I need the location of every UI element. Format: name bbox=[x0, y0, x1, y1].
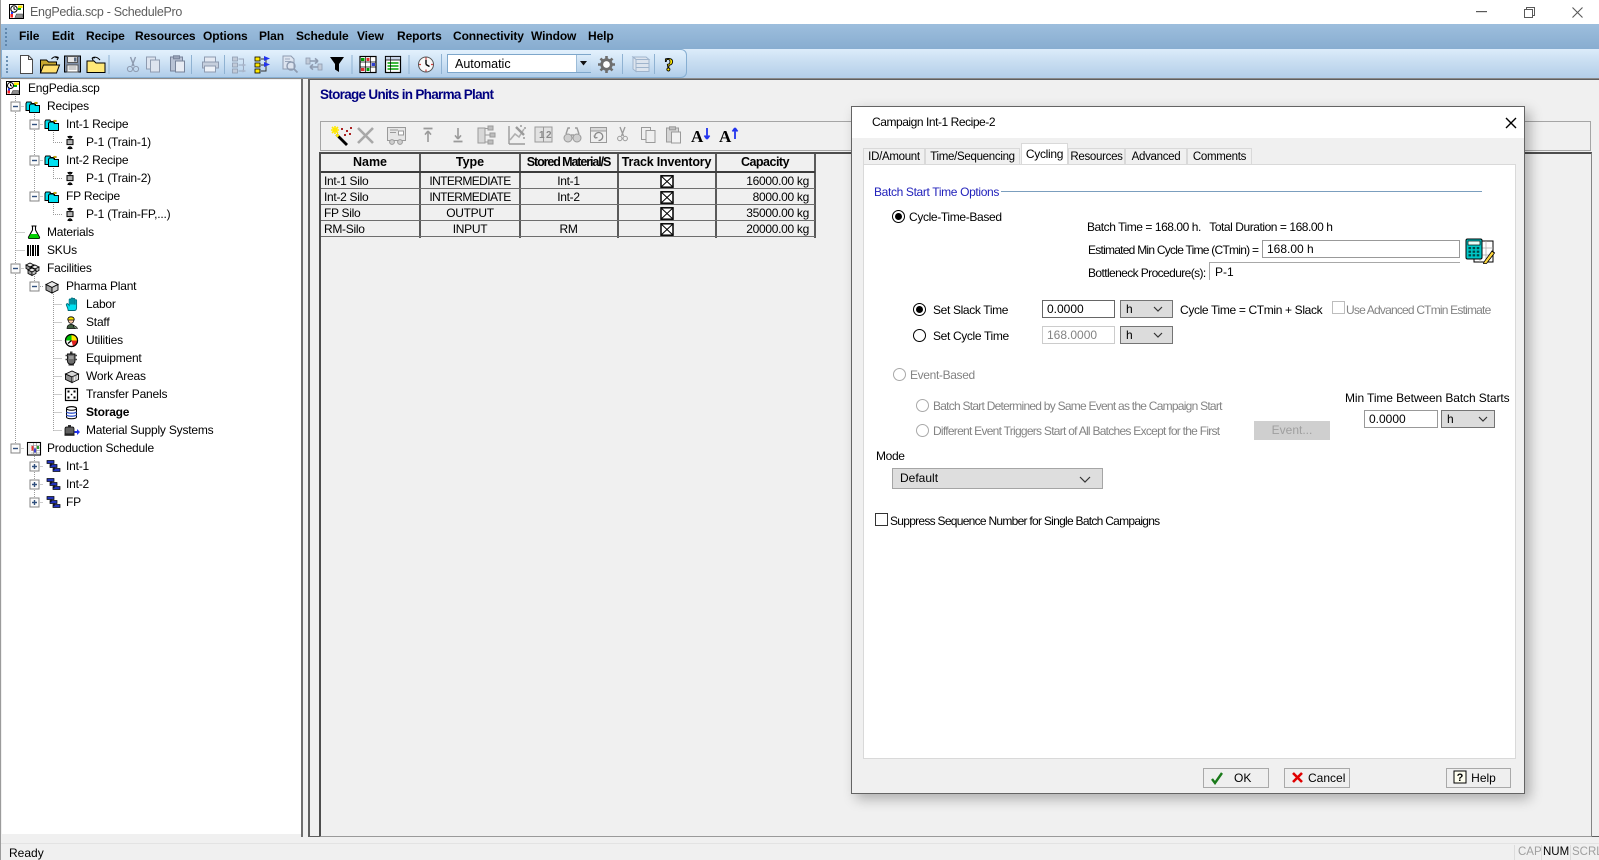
svg-text:A: A bbox=[691, 127, 704, 146]
svg-text:1: 1 bbox=[539, 130, 545, 141]
svg-text:A: A bbox=[719, 127, 732, 146]
svg-text:?: ? bbox=[664, 55, 674, 76]
svg-text:2: 2 bbox=[546, 130, 552, 141]
svg-text:?: ? bbox=[1457, 772, 1464, 784]
